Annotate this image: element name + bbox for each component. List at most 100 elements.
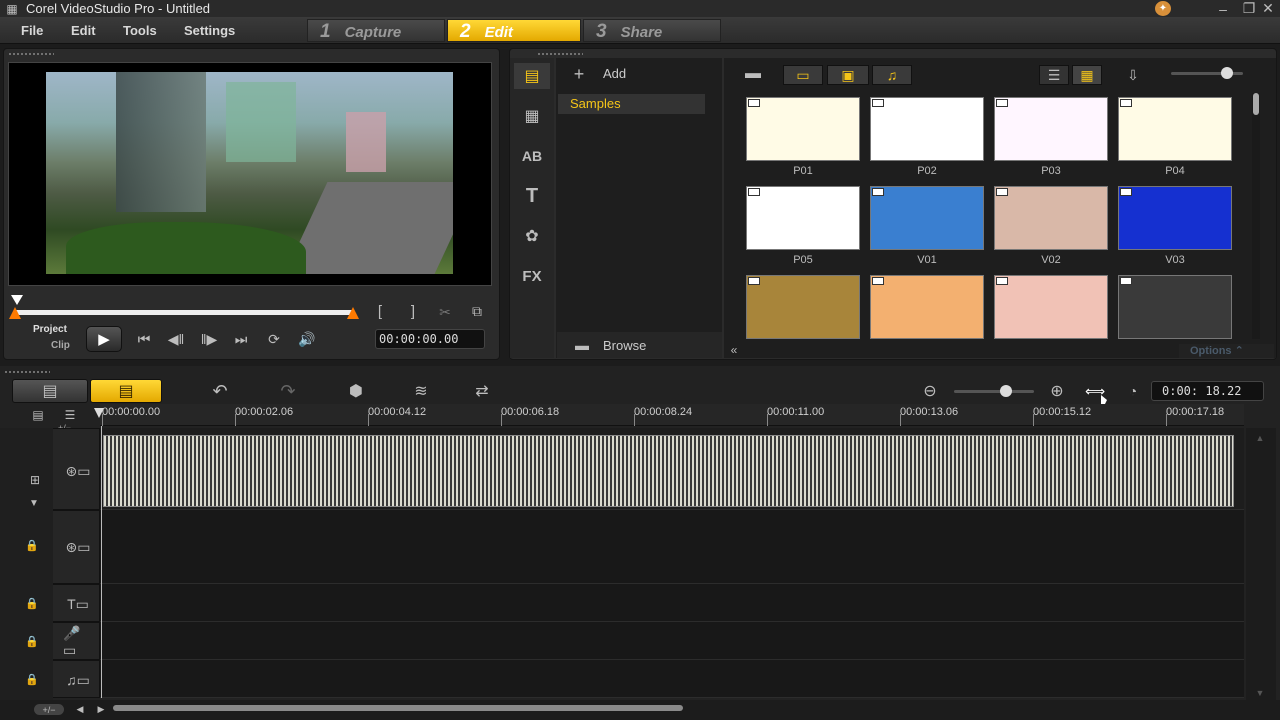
scroll-up-icon[interactable]: ▲ [1253, 433, 1267, 443]
import-media-folder-icon[interactable]: ▬ [741, 64, 765, 84]
media-thumbnail[interactable]: V03 [1118, 186, 1232, 266]
volume-icon[interactable]: 🔊 [296, 330, 318, 348]
media-thumbnail[interactable] [746, 275, 860, 339]
sound-mixer-icon[interactable]: ≋ [406, 381, 436, 401]
media-thumbnail[interactable]: V02 [994, 186, 1108, 266]
chapter-point-icon[interactable]: ☰ [58, 408, 82, 422]
timeline-hscroll-thumb[interactable] [113, 705, 683, 711]
split-clip-icon[interactable]: ✂ [436, 303, 454, 321]
player-timecode[interactable]: 00:00:00.00 [375, 329, 485, 349]
go-to-start-icon[interactable]: ⏮ [134, 330, 154, 348]
trim-marker-start[interactable] [9, 307, 21, 319]
player-grip[interactable] [8, 52, 54, 56]
thumbnail-size-handle[interactable] [1221, 67, 1233, 79]
title-track[interactable] [100, 584, 1244, 622]
play-button[interactable]: ▶ [86, 326, 122, 352]
browse-button[interactable]: Browse [603, 338, 646, 353]
timeline-grip[interactable] [4, 370, 50, 374]
tab-edit[interactable]: 2 Edit [447, 19, 581, 42]
minimize-button[interactable]: – [1212, 0, 1234, 17]
transition-tab-icon[interactable]: ▦ [514, 103, 550, 129]
tab-capture[interactable]: 1 Capture [307, 19, 445, 42]
menu-tools[interactable]: Tools [123, 17, 157, 44]
media-thumbnail[interactable] [1118, 275, 1232, 339]
title-ab-tab-icon[interactable]: AB [514, 143, 550, 169]
mark-out-button[interactable]: ] [405, 303, 421, 320]
collapse-library-icon[interactable]: « [726, 343, 742, 357]
timeline-view-button[interactable]: ▤ [90, 379, 162, 403]
title-track-header[interactable]: T▭ [53, 584, 100, 622]
browse-folder-icon[interactable]: ▬ [570, 337, 594, 353]
overlay-track-header[interactable]: ⊛▭ [53, 510, 100, 584]
media-thumbnail[interactable]: P01 [746, 97, 860, 177]
music-track-lock-icon[interactable]: 🔒 [24, 672, 40, 686]
undo-icon[interactable]: ↶ [208, 381, 232, 401]
timeline-vscrollbar[interactable] [1246, 428, 1276, 700]
scrub-bar[interactable] [14, 310, 354, 315]
media-thumbnail[interactable]: P02 [870, 97, 984, 177]
video-track-header[interactable]: ⊛▭ [53, 428, 100, 510]
media-thumbnail[interactable]: P03 [994, 97, 1108, 177]
zoom-slider[interactable] [954, 390, 1034, 393]
redo-icon[interactable]: ↷ [276, 381, 300, 401]
auto-music-icon[interactable]: ⇄ [467, 381, 497, 401]
zoom-slider-handle[interactable] [1000, 385, 1012, 397]
library-scrollbar-thumb[interactable] [1253, 93, 1259, 115]
library-scrollbar-track[interactable] [1252, 93, 1260, 339]
media-thumbnail[interactable] [994, 275, 1108, 339]
music-track-header[interactable]: ♫▭ [53, 660, 100, 698]
project-mode-label[interactable]: Project [33, 324, 67, 335]
project-duration[interactable]: 0:00: 18.22 [1151, 381, 1264, 401]
help-globe-icon[interactable]: ✦ [1155, 1, 1171, 16]
voice-track[interactable] [100, 622, 1244, 660]
video-clip[interactable] [103, 435, 1234, 507]
zoom-out-icon[interactable]: ⊖ [919, 381, 941, 401]
thumbnail-view-icon[interactable]: ▦ [1072, 65, 1102, 85]
show-audio-toggle[interactable]: ♫ [872, 65, 912, 85]
filter-tab-icon[interactable]: FX [514, 263, 550, 289]
media-thumbnail[interactable] [870, 275, 984, 339]
add-track-button[interactable]: +/− [34, 704, 64, 715]
video-track-lock-icon[interactable]: 🔒 [24, 538, 40, 552]
options-button[interactable]: Options ⌃ [1179, 344, 1274, 358]
menu-edit[interactable]: Edit [71, 17, 96, 44]
list-view-icon[interactable]: ☰ [1039, 65, 1069, 85]
storyboard-view-button[interactable]: ▤ [12, 379, 88, 403]
add-folder-icon[interactable]: + [570, 64, 588, 84]
voice-track-lock-icon[interactable]: 🔒 [24, 634, 40, 648]
trim-marker-end[interactable] [347, 307, 359, 319]
voice-track-header[interactable]: 🎤▭ [53, 622, 100, 660]
title-track-lock-icon[interactable]: 🔒 [24, 596, 40, 610]
media-tab-icon[interactable]: ▤ [514, 63, 550, 89]
show-photo-toggle[interactable]: ▣ [827, 65, 869, 85]
scroll-down-icon[interactable]: ▼ [1253, 688, 1267, 698]
menu-file[interactable]: File [21, 17, 43, 44]
folder-item-samples[interactable]: Samples [558, 94, 705, 114]
menu-settings[interactable]: Settings [184, 17, 235, 44]
tab-share[interactable]: 3 Share [583, 19, 721, 42]
title-tab-icon[interactable]: T [514, 183, 550, 209]
scroll-right-icon[interactable]: ▶ [96, 703, 106, 715]
ripple-dropdown-icon[interactable]: ▼ [27, 497, 41, 509]
ripple-edit-icon[interactable]: ⊞ [22, 472, 48, 488]
overlay-track[interactable] [100, 510, 1244, 584]
mark-in-button[interactable]: [ [372, 303, 388, 320]
music-track[interactable] [100, 660, 1244, 698]
show-video-toggle[interactable]: ▭ [783, 65, 823, 85]
go-to-end-icon[interactable]: ⏭ [231, 330, 251, 348]
clip-mode-label[interactable]: Clip [51, 340, 70, 351]
zoom-in-icon[interactable]: ⊕ [1046, 381, 1068, 401]
repeat-icon[interactable]: ⟳ [263, 330, 285, 348]
media-thumbnail[interactable]: V01 [870, 186, 984, 266]
sort-icon[interactable]: ⇩ [1120, 65, 1146, 85]
track-manager-icon[interactable]: ▤ [26, 408, 50, 422]
scroll-left-icon[interactable]: ◀ [75, 703, 85, 715]
media-thumbnail[interactable]: P04 [1118, 97, 1232, 177]
graphics-tab-icon[interactable]: ✿ [514, 223, 550, 249]
enlarge-preview-icon[interactable]: ⧉ [467, 302, 487, 320]
media-thumbnail[interactable]: P05 [746, 186, 860, 266]
next-frame-icon[interactable]: ‖▶ [199, 330, 219, 348]
previous-frame-icon[interactable]: ◀‖ [166, 330, 186, 348]
add-folder-button[interactable]: Add [603, 66, 626, 81]
library-grip[interactable] [537, 52, 583, 56]
